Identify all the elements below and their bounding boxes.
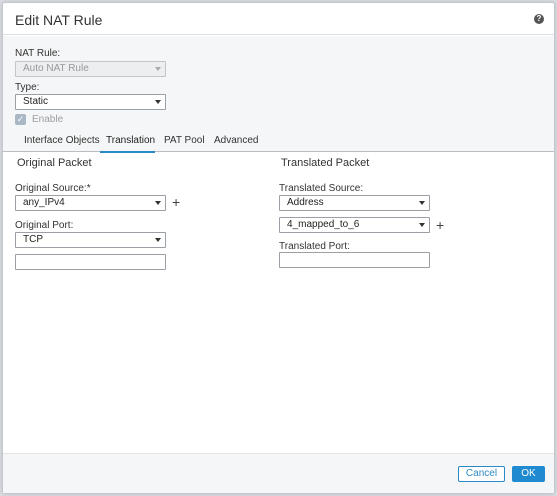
original-source-value: any_IPv4 [23,197,65,208]
translated-source-type-value: Address [287,197,324,208]
nat-rule-label: NAT Rule: [15,48,61,59]
enable-label: Enable [32,114,64,125]
tab-advanced[interactable]: Advanced [214,135,258,153]
add-original-source-icon[interactable]: + [172,195,180,209]
nat-rule-select: Auto NAT Rule [15,61,166,77]
tab-bar: Interface Objects Translation PAT Pool A… [3,135,554,153]
tab-interface-objects[interactable]: Interface Objects [24,135,100,153]
chevron-down-icon [419,223,425,227]
original-port-input[interactable] [15,254,166,270]
chevron-down-icon [155,100,161,104]
original-packet-title: Original Packet [17,157,92,169]
original-source-label: Original Source:* [15,183,91,194]
type-select[interactable]: Static [15,94,166,110]
type-label: Type: [15,82,40,93]
dialog-title: Edit NAT Rule [15,12,103,28]
edit-nat-rule-dialog: Edit NAT Rule ? NAT Rule: Auto NAT Rule … [2,2,555,494]
help-icon[interactable]: ? [534,14,544,24]
nat-rule-value: Auto NAT Rule [23,63,89,74]
chevron-down-icon [419,201,425,205]
type-value: Static [23,96,49,107]
translated-source-type-select[interactable]: Address [279,195,430,211]
cancel-button[interactable]: Cancel [458,466,505,482]
translated-source-select[interactable]: 4_mapped_to_6 [279,217,430,233]
dialog-header: Edit NAT Rule ? [3,3,554,35]
chevron-down-icon [155,67,161,71]
translated-source-label: Translated Source: [279,183,364,194]
add-translated-source-icon[interactable]: + [436,218,444,232]
original-source-select[interactable]: any_IPv4 [15,195,166,211]
translated-packet-title: Translated Packet [281,157,370,169]
original-port-protocol-value: TCP [23,234,43,245]
rule-settings-panel: NAT Rule: Auto NAT Rule Type: Static ✓ E… [3,36,554,153]
ok-button[interactable]: OK [512,466,545,482]
translated-port-input[interactable] [279,252,430,268]
dialog-footer: Cancel OK [3,453,554,493]
translated-port-label: Translated Port: [279,241,350,252]
tab-pat-pool[interactable]: PAT Pool [164,135,205,153]
tab-translation[interactable]: Translation [100,135,155,153]
original-port-protocol-select[interactable]: TCP [15,232,166,248]
chevron-down-icon [155,238,161,242]
chevron-down-icon [155,201,161,205]
enable-checkbox[interactable]: ✓ [15,114,26,125]
original-port-label: Original Port: [15,220,74,231]
translated-source-value: 4_mapped_to_6 [287,219,360,230]
